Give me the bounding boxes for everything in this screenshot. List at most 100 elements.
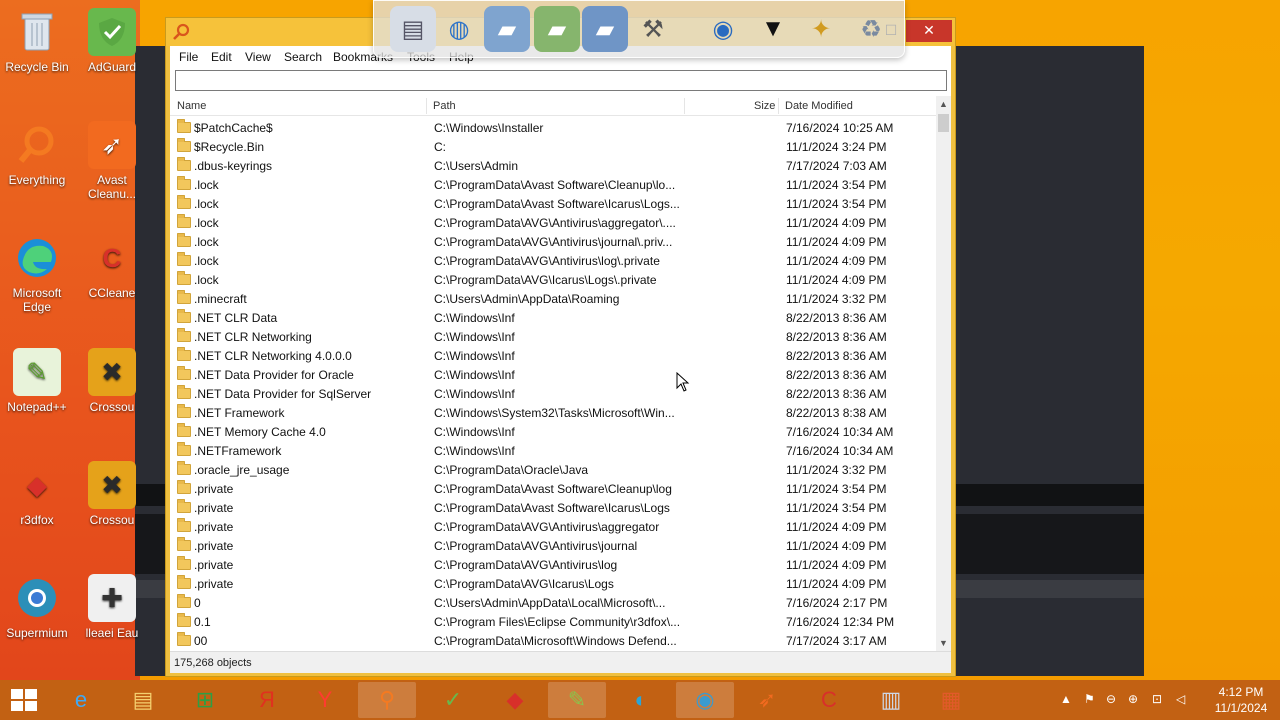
table-row[interactable]: .minecraft C:\Users\Admin\AppData\Roaming… xyxy=(170,290,936,309)
store-icon[interactable]: ⊞ xyxy=(176,682,234,718)
folder-green-icon[interactable]: ▰ xyxy=(534,6,580,52)
table-row[interactable]: .private C:\ProgramData\Avast Software\Cl… xyxy=(170,480,936,499)
folder-icon xyxy=(177,214,191,228)
desktop-icon-avast-cleanup[interactable]: ➶ Avast Cleanu... xyxy=(72,121,152,201)
ccleaner-icon[interactable]: C xyxy=(800,682,858,718)
desktop-icon-gamepad[interactable]: ✚ lleaei Eau xyxy=(72,574,152,640)
table-row[interactable]: .lock C:\ProgramData\Avast Software\Clean… xyxy=(170,176,936,195)
row-path: C:\ProgramData\Avast Software\Cleanup\lo… xyxy=(434,482,672,496)
row-path: C:\ProgramData\Avast Software\Icarus\Log… xyxy=(434,197,680,211)
menu-view[interactable]: View xyxy=(245,50,271,64)
row-date-modified: 8/22/2013 8:36 AM xyxy=(786,311,887,325)
tray-network-icon[interactable]: ⊡ xyxy=(1152,692,1162,706)
tray-volume-icon[interactable]: ◁ xyxy=(1176,692,1185,706)
table-row[interactable]: .lock C:\ProgramData\Avast Software\Icaru… xyxy=(170,195,936,214)
search-input[interactable] xyxy=(175,70,947,91)
desktop-icon-crossout-1[interactable]: ✖ Crossou xyxy=(72,348,152,414)
window-client: File Edit View Search Bookmarks Tools He… xyxy=(170,46,951,673)
row-date-modified: 7/16/2024 10:25 AM xyxy=(786,121,894,135)
table-row[interactable]: .private C:\ProgramData\AVG\Antivirus\agg… xyxy=(170,518,936,537)
tools-icon[interactable]: ⚒ xyxy=(630,6,676,52)
table-row[interactable]: .NET CLR Data C:\Windows\Inf 8/22/2013 8:3… xyxy=(170,309,936,328)
edge-icon[interactable]: ◐ xyxy=(612,682,670,718)
row-path: C:\Windows\Inf xyxy=(434,425,515,439)
settings-wand-icon[interactable]: ✦ xyxy=(798,6,844,52)
desktop-icon-everything[interactable]: Everything xyxy=(0,121,77,187)
yandex-browser-icon[interactable]: Y xyxy=(296,682,354,718)
table-row[interactable]: 0 C:\Users\Admin\AppData\Local\Microsoft\… xyxy=(170,594,936,613)
desktop-icon-adguard[interactable]: AdGuard xyxy=(72,8,152,74)
table-row[interactable]: .NET CLR Networking C:\Windows\Inf 8/22/20… xyxy=(170,328,936,347)
table-row[interactable]: .dbus-keyrings C:\Users\Admin 7/17/2024 7:… xyxy=(170,157,936,176)
action-center-flag-icon[interactable]: ⚑ xyxy=(1084,692,1095,706)
menu-file[interactable]: File xyxy=(179,50,198,64)
column-header-size[interactable]: Size xyxy=(754,100,775,112)
internet-explorer-icon[interactable]: e xyxy=(52,682,110,718)
table-row[interactable]: .lock C:\ProgramData\AVG\Antivirus\journa… xyxy=(170,233,936,252)
close-button[interactable]: ✕ xyxy=(906,20,952,42)
table-row[interactable]: .private C:\ProgramData\Avast Software\Ic… xyxy=(170,499,936,518)
documents-icon[interactable]: ▤ xyxy=(390,6,436,52)
row-date-modified: 7/17/2024 3:17 AM xyxy=(786,634,887,648)
internet-globe-icon[interactable]: ◉ xyxy=(700,6,746,52)
everything-icon[interactable]: ⚲ xyxy=(358,682,416,718)
table-row[interactable]: .NET Data Provider for SqlServer C:\Windo… xyxy=(170,385,936,404)
table-row[interactable]: .lock C:\ProgramData\AVG\Antivirus\aggreg… xyxy=(170,214,936,233)
avast-cleanup-icon[interactable]: ➶ xyxy=(738,682,796,718)
file-explorer-icon[interactable]: ▤ xyxy=(114,682,172,718)
table-row[interactable]: .lock C:\ProgramData\AVG\Antivirus\log\.p… xyxy=(170,252,936,271)
table-row[interactable]: .oracle_jre_usage C:\ProgramData\Oracle\J… xyxy=(170,461,936,480)
system-monitor-icon[interactable]: ▥ xyxy=(862,682,920,718)
tray-adguard-icon[interactable]: ⊕ xyxy=(1128,692,1138,706)
tshirt-icon[interactable]: ▼ xyxy=(750,6,796,52)
menu-edit[interactable]: Edit xyxy=(211,50,232,64)
globe-network-icon[interactable]: ◍ xyxy=(436,6,482,52)
notepad-plus-plus-icon[interactable]: ✎ xyxy=(548,682,606,718)
table-row[interactable]: 0.1 C:\Program Files\Eclipse Community\r3… xyxy=(170,613,936,632)
table-row[interactable]: .NETFramework C:\Windows\Inf 7/16/2024 10:… xyxy=(170,442,936,461)
row-date-modified: 11/1/2024 3:32 PM xyxy=(786,292,887,306)
menu-search[interactable]: Search xyxy=(284,50,322,64)
desktop-icon-r3dfox[interactable]: ◆ r3dfox xyxy=(0,461,77,527)
table-row[interactable]: $Recycle.Bin C: 11/1/2024 3:24 PM xyxy=(170,138,936,157)
table-row[interactable]: .NET Memory Cache 4.0 C:\Windows\Inf 7/16/… xyxy=(170,423,936,442)
adguard-icon[interactable]: ✓ xyxy=(424,682,482,718)
scrollbar-thumb[interactable] xyxy=(938,114,949,132)
table-row[interactable]: .NET Data Provider for Oracle C:\Windows\… xyxy=(170,366,936,385)
app-tiles-icon[interactable]: ▦ xyxy=(922,682,980,718)
results-list[interactable]: $PatchCache$ C:\Windows\Installer 7/16/202… xyxy=(170,119,936,651)
supermium-icon[interactable]: ◉ xyxy=(676,682,734,718)
table-row[interactable]: .private C:\ProgramData\AVG\Antivirus\log… xyxy=(170,556,936,575)
column-header-name[interactable]: Name xyxy=(177,100,206,112)
tray-stop-icon[interactable]: ⊖ xyxy=(1106,692,1116,706)
tray-expand-icon[interactable]: ▲ xyxy=(1060,692,1072,706)
table-row[interactable]: .lock C:\ProgramData\AVG\Icarus\Logs\.pri… xyxy=(170,271,936,290)
taskbar-clock[interactable]: 4:12 PM 11/1/2024 xyxy=(1206,684,1276,716)
desktop-icon-label: lleaei Eau xyxy=(85,626,139,640)
table-row[interactable]: .private C:\ProgramData\AVG\Antivirus\jou… xyxy=(170,537,936,556)
recycle-bin-icon[interactable]: ♻ xyxy=(848,6,894,52)
desktop-icon-edge[interactable]: Microsoft Edge xyxy=(0,234,77,314)
r3dfox-icon[interactable]: ◆ xyxy=(486,682,544,718)
folder-icon[interactable]: ▰ xyxy=(484,6,530,52)
desktop-icon-supermium[interactable]: Supermium xyxy=(0,574,77,640)
desktop-icon-crossout-2[interactable]: ✖ Crossou xyxy=(72,461,152,527)
scroll-up-arrow-icon[interactable]: ▲ xyxy=(936,96,951,112)
table-row[interactable]: $PatchCache$ C:\Windows\Installer 7/16/202… xyxy=(170,119,936,138)
table-row[interactable]: .NET Framework C:\Windows\System32\Tasks\… xyxy=(170,404,936,423)
folder-network-icon[interactable]: ▰ xyxy=(582,6,628,52)
desktop-icon-ccleaner[interactable]: C CCleane xyxy=(72,234,152,300)
scroll-down-arrow-icon[interactable]: ▼ xyxy=(936,635,951,651)
desktop-icon-recycle-bin[interactable]: Recycle Bin xyxy=(0,8,77,74)
table-row[interactable]: .NET CLR Networking 4.0.0.0 C:\Windows\In… xyxy=(170,347,936,366)
table-row[interactable]: .private C:\ProgramData\AVG\Icarus\Logs 11… xyxy=(170,575,936,594)
vertical-scrollbar[interactable]: ▲ ▼ xyxy=(936,96,951,651)
desktop-icon-notepadpp[interactable]: ✎ Notepad++ xyxy=(0,348,77,414)
windows-start-icon[interactable] xyxy=(10,688,38,712)
column-header-path[interactable]: Path xyxy=(433,100,456,112)
table-row[interactable]: 00 C:\ProgramData\Microsoft\Windows Defen… xyxy=(170,632,936,651)
row-name: .NET Memory Cache 4.0 xyxy=(194,425,326,439)
folder-icon xyxy=(177,480,191,494)
column-header-date-modified[interactable]: Date Modified xyxy=(785,100,853,112)
yandex-icon[interactable]: Я xyxy=(238,682,296,718)
